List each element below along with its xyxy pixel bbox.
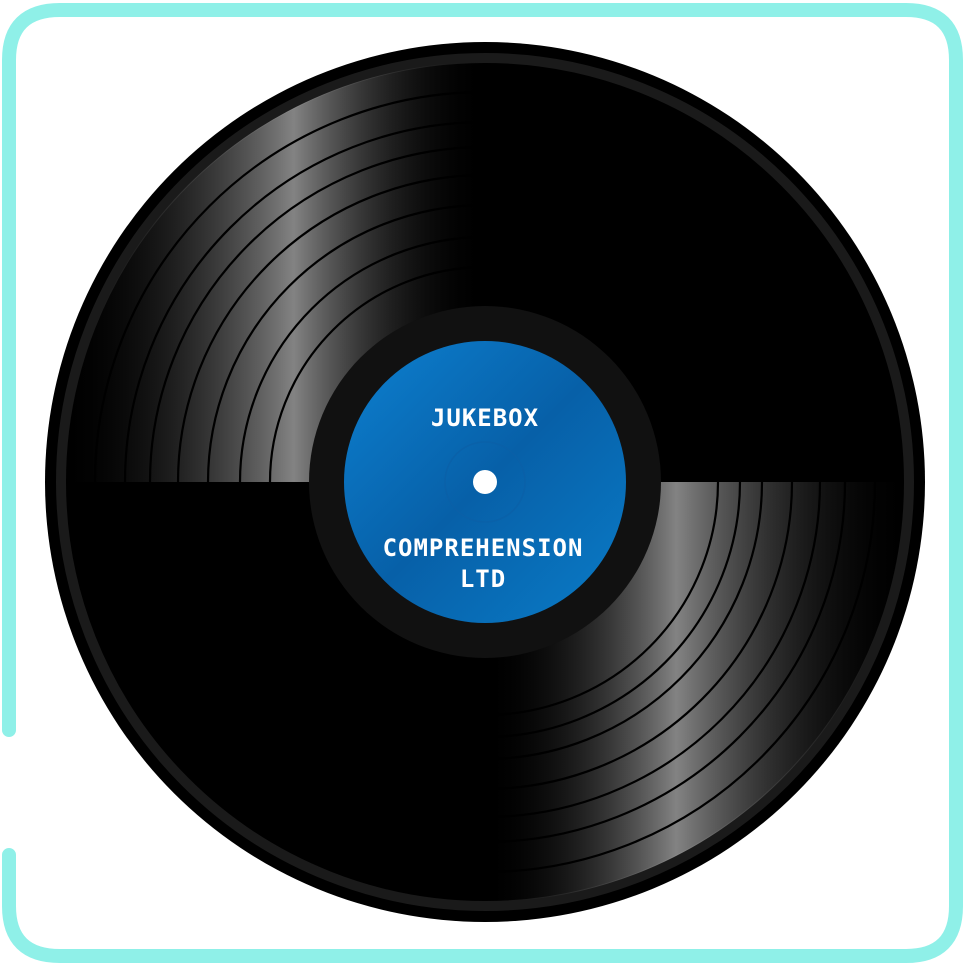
record-label: JUKEBOX COMPREHENSION LTD	[344, 341, 626, 623]
spindle-hole	[473, 470, 497, 494]
label-top-text: JUKEBOX	[431, 404, 539, 432]
label-bottom-text-line2: LTD	[460, 565, 506, 593]
vinyl-record-illustration: JUKEBOX COMPREHENSION LTD	[1, 2, 963, 963]
label-bottom-text-line1: COMPREHENSION	[383, 534, 584, 562]
